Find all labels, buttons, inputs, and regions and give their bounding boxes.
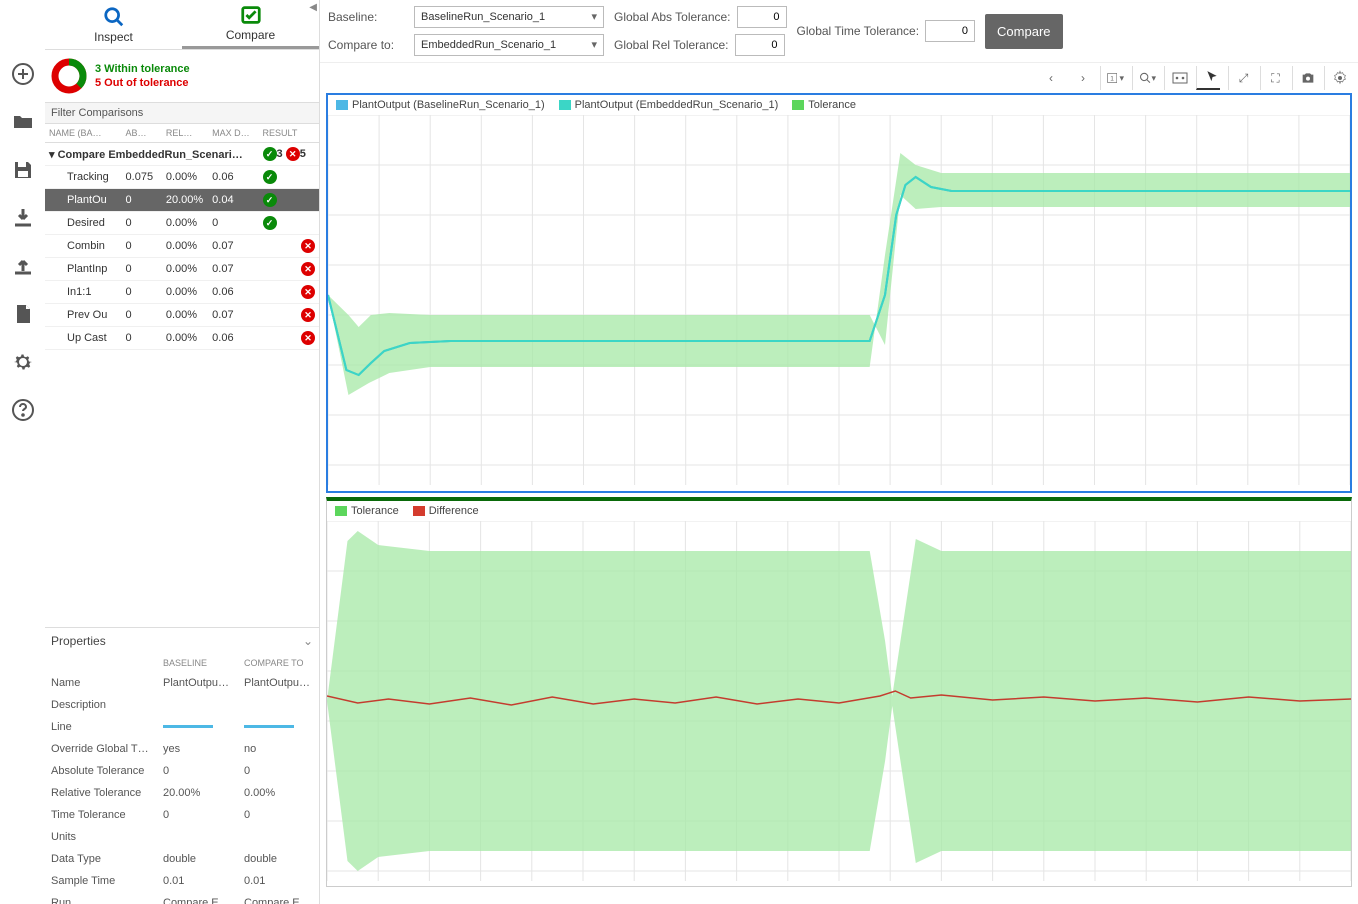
fit-icon[interactable]	[1164, 66, 1188, 90]
nav-next-icon[interactable]: ›	[1068, 66, 1092, 90]
group-row[interactable]: ▾ Compare EmbeddedRun_Scenari…	[45, 143, 259, 166]
save-icon[interactable]	[9, 156, 37, 184]
legend-compare: PlantOutput (EmbeddedRun_Scenario_1)	[575, 99, 779, 111]
sidebar: Inspect Compare ◀ 3 Within tolerance 5 O…	[45, 0, 320, 904]
upload-icon[interactable]	[9, 252, 37, 280]
property-row: Units	[45, 826, 319, 848]
baseline-select[interactable]: BaselineRun_Scenario_1	[414, 6, 604, 28]
col-name[interactable]: NAME (BA…	[45, 124, 122, 143]
add-icon[interactable]	[9, 60, 37, 88]
tab-compare[interactable]: Compare	[182, 0, 319, 49]
table-row[interactable]: In1:100.00%0.06✕	[45, 281, 319, 304]
properties-panel: Properties ⌄ BASELINECOMPARE TO NamePlan…	[45, 627, 319, 904]
property-row: Line	[45, 716, 319, 738]
donut-chart	[51, 58, 87, 94]
signal-plot[interactable]: PlantOutput (BaselineRun_Scenario_1) Pla…	[326, 93, 1352, 493]
cursor-icon[interactable]	[1196, 66, 1220, 90]
property-row: Relative Tolerance20.00%0.00%	[45, 782, 319, 804]
camera-icon[interactable]	[1292, 66, 1316, 90]
tab-compare-label: Compare	[226, 28, 275, 42]
col-maxd[interactable]: MAX D…	[208, 124, 258, 143]
col-abs[interactable]: AB…	[122, 124, 162, 143]
nav-prev-icon[interactable]: ‹	[1036, 66, 1060, 90]
summary: 3 Within tolerance 5 Out of tolerance	[45, 50, 319, 102]
property-row: NamePlantOutput…PlantOutput…	[45, 672, 319, 694]
out-of-tolerance-text: 5 Out of tolerance	[95, 76, 190, 90]
table-row[interactable]: PlantOu020.00%0.04✓	[45, 189, 319, 212]
property-row: Time Tolerance00	[45, 804, 319, 826]
table-row[interactable]: Up Cast00.00%0.06✕	[45, 327, 319, 350]
property-row: RunCompare E…Compare E…	[45, 892, 319, 904]
folder-icon[interactable]	[9, 108, 37, 136]
table-row[interactable]: PlantInp00.00%0.07✕	[45, 258, 319, 281]
settings-icon[interactable]	[1324, 66, 1348, 90]
gat-input[interactable]	[737, 6, 787, 28]
gear-icon[interactable]	[9, 348, 37, 376]
expand-in-icon[interactable]: ⤢	[1228, 66, 1252, 90]
plot-area: Baseline: BaselineRun_Scenario_1 Compare…	[320, 0, 1358, 904]
svg-text:1: 1	[1110, 76, 1114, 83]
tabs: Inspect Compare ◀	[45, 0, 319, 50]
property-row: Override Global T…yesno	[45, 738, 319, 760]
compare-toolbar: Baseline: BaselineRun_Scenario_1 Compare…	[320, 0, 1358, 63]
table-row[interactable]: Desired00.00%0✓	[45, 212, 319, 235]
col-result[interactable]: RESULT	[259, 124, 319, 143]
difference-plot[interactable]: Tolerance Difference	[326, 497, 1352, 887]
table-row[interactable]: Combin00.00%0.07✕	[45, 235, 319, 258]
table-row[interactable]: Tracking0.0750.00%0.06✓	[45, 166, 319, 189]
baseline-label: Baseline:	[328, 10, 408, 24]
property-row: Absolute Tolerance00	[45, 760, 319, 782]
help-icon[interactable]	[9, 396, 37, 424]
plot-toolbar: ‹ › 1▾ ▾ ⤢ ⛶	[320, 63, 1358, 93]
tab-inspect-label: Inspect	[94, 30, 133, 44]
legend2-difference: Difference	[429, 505, 479, 517]
within-tolerance-text: 3 Within tolerance	[95, 62, 190, 76]
gat-label: Global Abs Tolerance:	[614, 10, 731, 24]
gtt-input[interactable]	[925, 20, 975, 42]
compareto-select[interactable]: EmbeddedRun_Scenario_1	[414, 34, 604, 56]
legend-baseline: PlantOutput (BaselineRun_Scenario_1)	[352, 99, 545, 111]
grt-input[interactable]	[735, 34, 785, 56]
props-compareto-header: COMPARE TO	[238, 654, 319, 672]
filter-comparisons-label[interactable]: Filter Comparisons	[45, 102, 319, 124]
left-rail	[0, 0, 45, 904]
legend2-tolerance: Tolerance	[351, 505, 399, 517]
expand-out-icon[interactable]: ⛶	[1260, 66, 1284, 90]
compare-button[interactable]: Compare	[985, 14, 1062, 49]
property-row: Sample Time0.010.01	[45, 870, 319, 892]
props-baseline-header: BASELINE	[157, 654, 238, 672]
table-row[interactable]: Prev Ou00.00%0.07✕	[45, 304, 319, 327]
grt-label: Global Rel Tolerance:	[614, 38, 729, 52]
download-icon[interactable]	[9, 204, 37, 232]
compareto-label: Compare to:	[328, 38, 408, 52]
property-row: Description	[45, 694, 319, 716]
comparison-table: NAME (BA… AB… REL… MAX D… RESULT ▾ Compa…	[45, 124, 319, 350]
properties-title: Properties	[51, 634, 106, 648]
property-row: Data Typedoubledouble	[45, 848, 319, 870]
tab-inspect[interactable]: Inspect	[45, 0, 182, 49]
legend-tolerance: Tolerance	[808, 99, 856, 111]
document-icon[interactable]	[9, 300, 37, 328]
collapse-sidebar-icon[interactable]: ◀	[309, 2, 317, 13]
gtt-label: Global Time Tolerance:	[797, 24, 920, 38]
properties-collapse-icon[interactable]: ⌄	[303, 634, 313, 648]
col-rel[interactable]: REL…	[162, 124, 208, 143]
zoom-icon[interactable]: ▾	[1132, 66, 1156, 90]
layout-icon[interactable]: 1▾	[1100, 66, 1124, 90]
